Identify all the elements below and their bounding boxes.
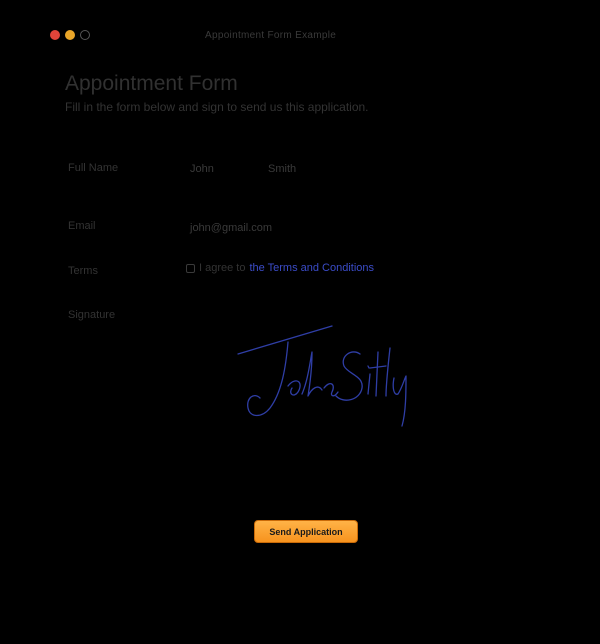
terms-text: I agree to [199, 262, 246, 274]
terms-row: I agree to the Terms and Conditions [186, 262, 374, 274]
email-field[interactable]: john@gmail.com [190, 222, 272, 234]
signature-label: Signature [68, 309, 116, 321]
form-title: Appointment Form [65, 72, 238, 95]
first-name-field[interactable]: John [190, 163, 214, 175]
terms-label: Terms [68, 265, 98, 277]
last-name-field[interactable]: Smith [268, 163, 296, 175]
terms-checkbox[interactable] [186, 263, 195, 273]
send-application-button[interactable]: Send Application [254, 520, 358, 543]
minimize-window-icon[interactable] [65, 30, 75, 40]
signature-pad[interactable] [236, 322, 416, 434]
email-label: Email [68, 220, 96, 232]
window-title: Appointment Form Example [205, 30, 337, 41]
form-subtitle: Fill in the form below and sign to send … [65, 100, 369, 114]
signature-drawing [237, 325, 407, 427]
zoom-window-icon[interactable] [80, 30, 90, 40]
close-window-icon[interactable] [50, 30, 60, 40]
terms-link[interactable]: the Terms and Conditions [249, 262, 374, 274]
full-name-label: Full Name [68, 162, 119, 174]
window-controls [50, 30, 90, 40]
